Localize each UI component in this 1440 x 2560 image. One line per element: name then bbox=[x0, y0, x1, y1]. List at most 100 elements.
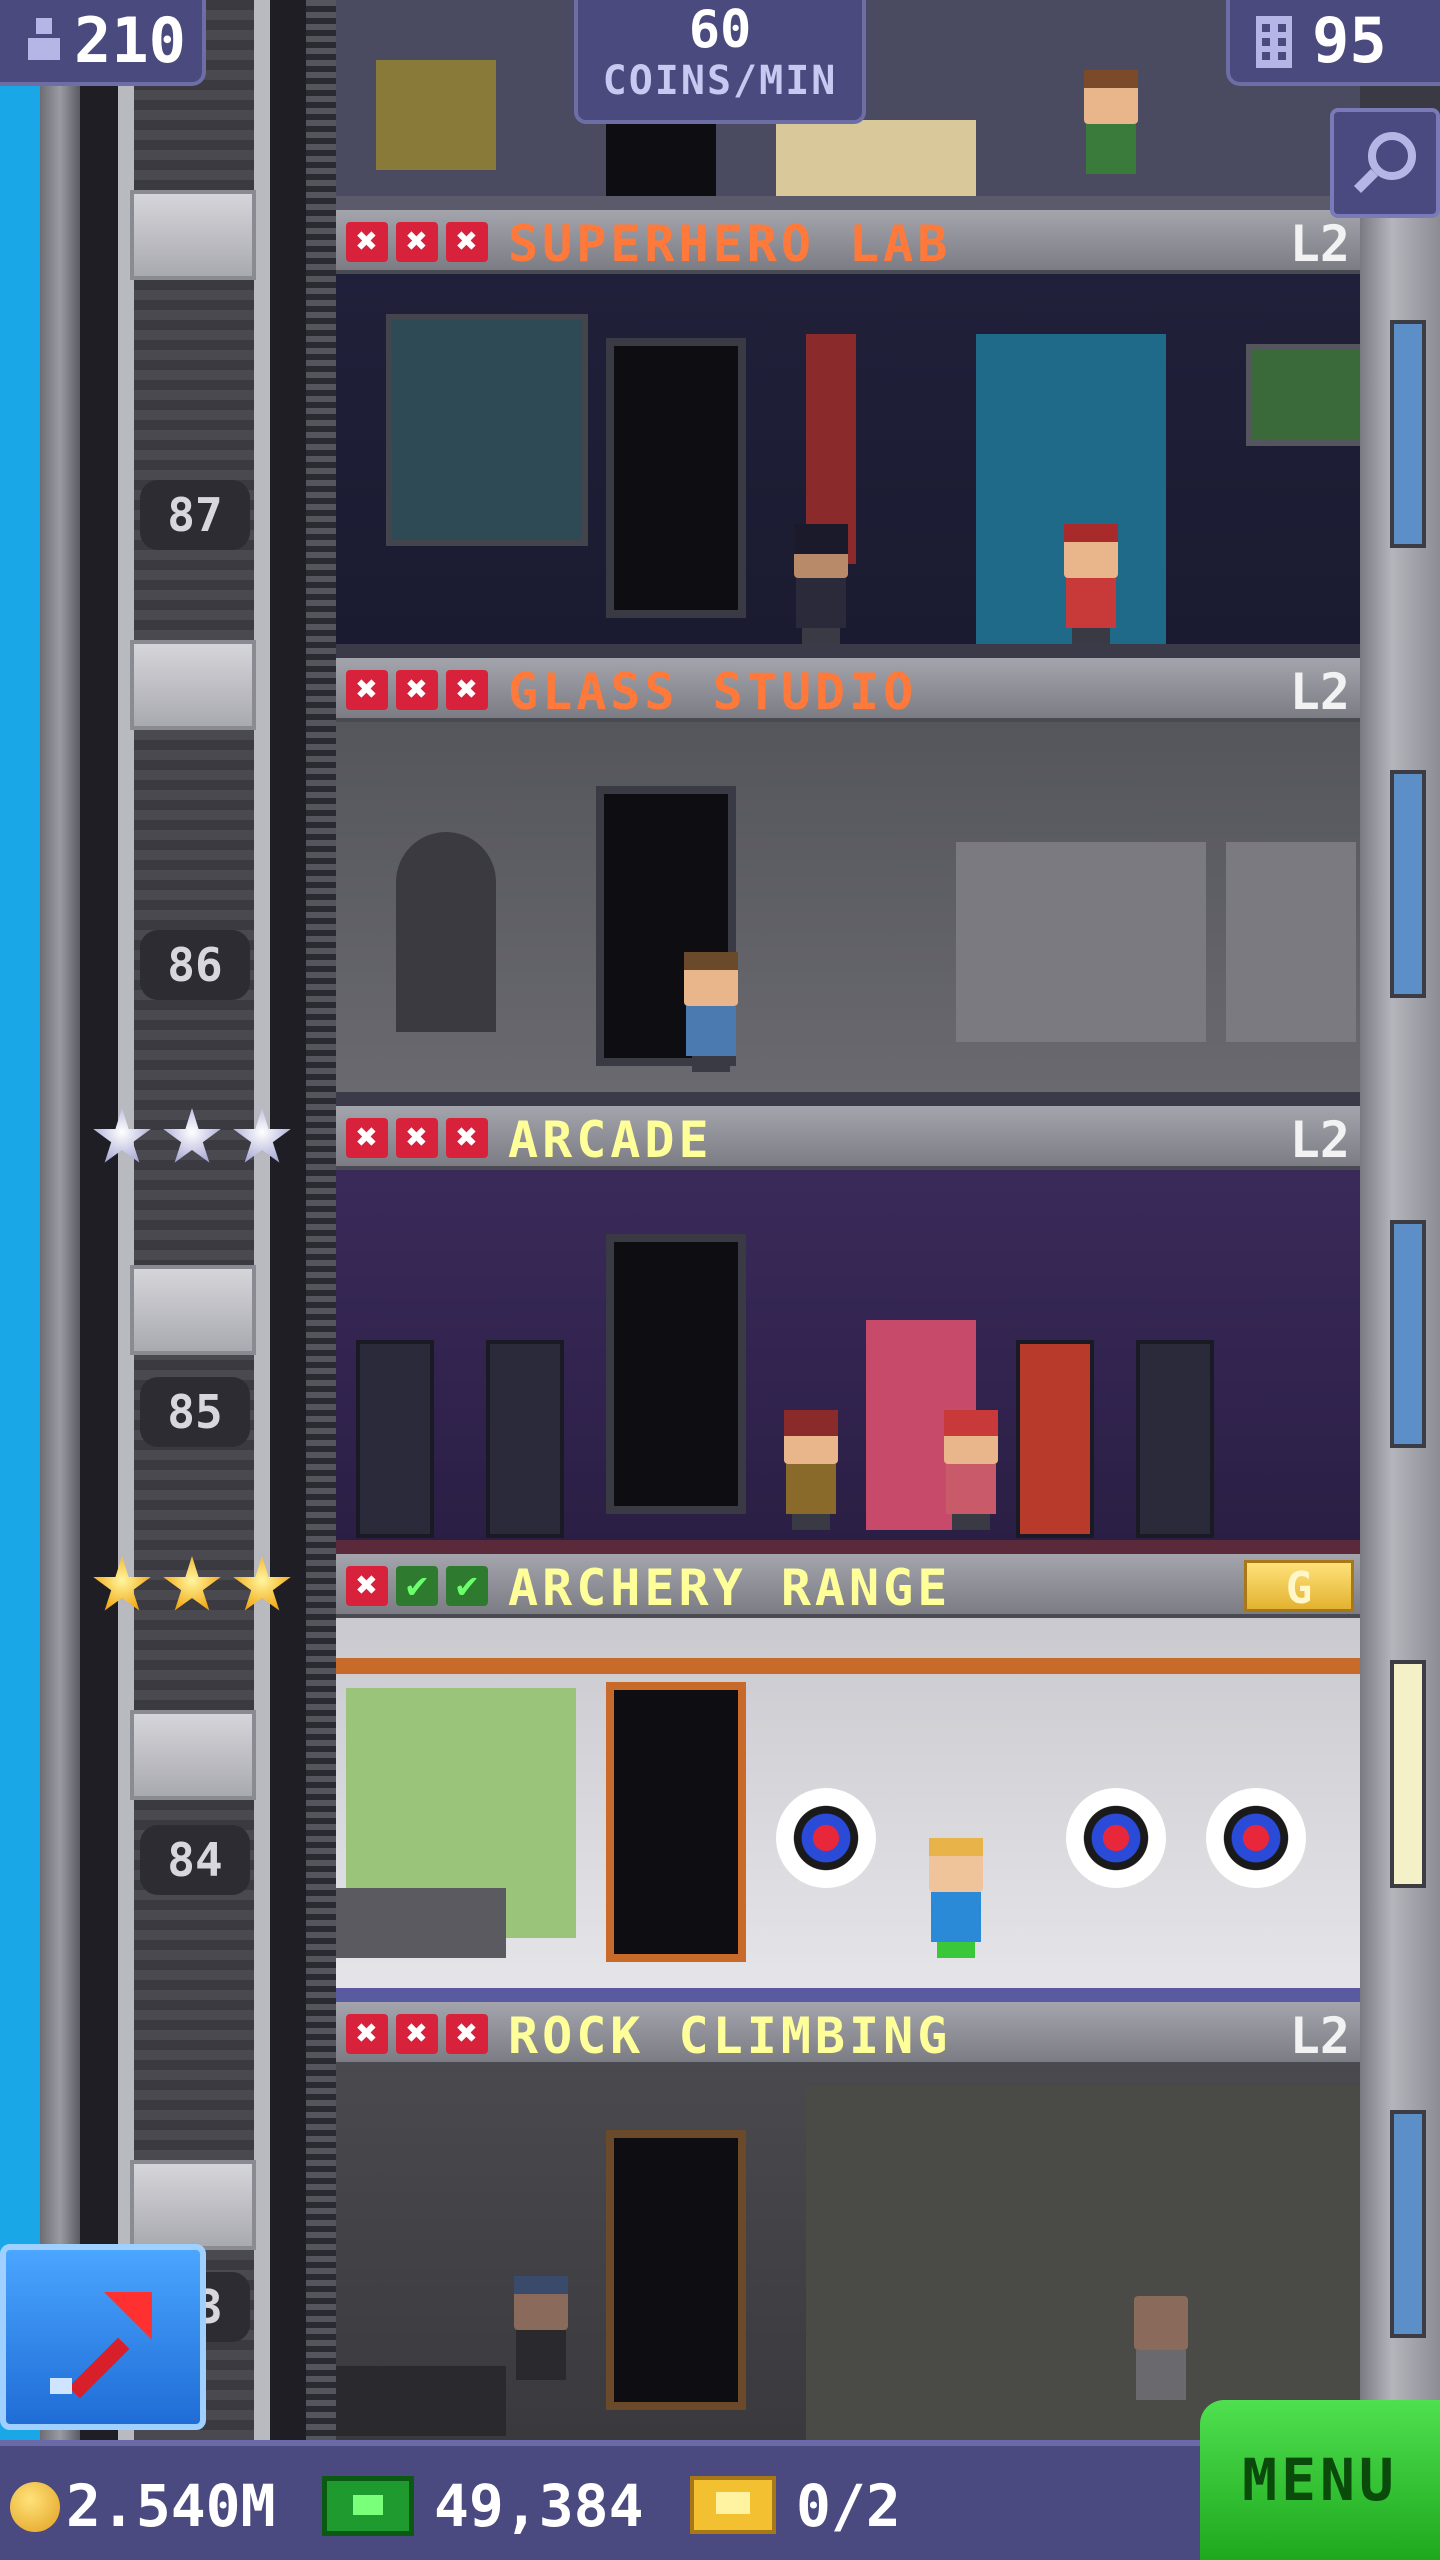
room-level: L2 bbox=[1289, 663, 1350, 721]
room-interior[interactable] bbox=[336, 2066, 1360, 2440]
stock-x-icon: ✖ bbox=[396, 670, 438, 710]
stock-check-icon: ✔ bbox=[396, 1566, 438, 1606]
magnifier-icon bbox=[1348, 126, 1424, 206]
stock-x-icon: ✖ bbox=[396, 222, 438, 262]
floor-strip bbox=[336, 1540, 1360, 1554]
building-window bbox=[1390, 2110, 1426, 2338]
tickets-value: 0/2 bbox=[796, 2472, 901, 2540]
floor-number-86: 86 bbox=[140, 930, 250, 1000]
stock-x-icon: ✖ bbox=[346, 670, 388, 710]
floor-number-85: 85 bbox=[140, 1377, 250, 1447]
elevator-cab[interactable] bbox=[130, 190, 256, 280]
room-title: SUPERHERO LAB bbox=[508, 215, 952, 273]
room-header[interactable]: ✖ ✔ ✔ ARCHERY RANGE G bbox=[336, 1554, 1360, 1618]
gold-star-icon bbox=[233, 1556, 291, 1611]
elevator-cables bbox=[120, 0, 270, 2440]
room-rock-climbing[interactable]: ✖ ✖ ✖ ROCK CLIMBING L2 bbox=[336, 2002, 1360, 2440]
floors-counter[interactable]: 95 bbox=[1226, 0, 1440, 86]
xray-monitor bbox=[386, 314, 588, 546]
room-level: L2 bbox=[1289, 2007, 1350, 2065]
archery-target bbox=[1066, 1788, 1166, 1888]
stock-x-icon: ✖ bbox=[346, 2014, 388, 2054]
build-floor-button[interactable] bbox=[0, 2244, 206, 2430]
archery-target bbox=[1206, 1788, 1306, 1888]
building-icon bbox=[1252, 14, 1296, 70]
building-window bbox=[1390, 320, 1426, 548]
stock-check-icon: ✔ bbox=[446, 1566, 488, 1606]
tower-resident[interactable] bbox=[921, 1838, 991, 1958]
archery-star-rating bbox=[92, 1556, 292, 1616]
ticket-icon bbox=[690, 2476, 776, 2534]
floor-number-84: 84 bbox=[140, 1825, 250, 1895]
population-value: 210 bbox=[74, 4, 186, 77]
wood-beam bbox=[336, 1658, 1360, 1674]
gold-level-badge: G bbox=[1244, 1560, 1354, 1614]
building-window-lit bbox=[1390, 1660, 1426, 1888]
tower-resident[interactable] bbox=[676, 952, 746, 1072]
coins-value: 2.540M bbox=[66, 2472, 276, 2540]
bux-icon bbox=[322, 2476, 414, 2536]
tower-resident[interactable] bbox=[776, 1410, 846, 1530]
floor-number-87: 87 bbox=[140, 480, 250, 550]
room-superhero-lab[interactable]: ✖ ✖ ✖ SUPERHERO LAB L2 bbox=[336, 210, 1360, 658]
room-archery-range[interactable]: ✖ ✔ ✔ ARCHERY RANGE G bbox=[336, 1554, 1360, 2002]
elevator-cab[interactable] bbox=[130, 1710, 256, 1800]
room-level: L2 bbox=[1289, 215, 1350, 273]
search-button[interactable] bbox=[1330, 108, 1440, 218]
room-interior[interactable] bbox=[336, 274, 1360, 658]
furniture bbox=[376, 60, 496, 170]
tower-resident[interactable] bbox=[936, 1410, 1006, 1530]
stock-x-icon: ✖ bbox=[396, 1118, 438, 1158]
elevator-cab[interactable] bbox=[130, 640, 256, 730]
room-interior[interactable] bbox=[336, 1170, 1360, 1554]
archery-target bbox=[776, 1788, 876, 1888]
room-header[interactable]: ✖ ✖ ✖ ROCK CLIMBING L2 bbox=[336, 2002, 1360, 2066]
building-window bbox=[1390, 1220, 1426, 1448]
floor-strip bbox=[336, 1092, 1360, 1106]
coins-per-min-value: 60 bbox=[688, 0, 752, 60]
elevator-rail-right bbox=[254, 0, 270, 2440]
elevator-cab[interactable] bbox=[130, 1265, 256, 1355]
tower-resident[interactable] bbox=[1056, 524, 1126, 644]
room-interior[interactable] bbox=[336, 1618, 1360, 2002]
room-header[interactable]: ✖ ✖ ✖ SUPERHERO LAB L2 bbox=[336, 210, 1360, 274]
arcade-cabinet bbox=[356, 1340, 434, 1538]
room-door bbox=[606, 2130, 746, 2410]
tower-resident[interactable] bbox=[506, 2276, 576, 2396]
tower-resident[interactable] bbox=[1126, 2296, 1196, 2416]
arrow-up-right-icon bbox=[44, 2280, 164, 2404]
reception-desk bbox=[336, 2366, 506, 2436]
reception-desk bbox=[336, 1888, 506, 1958]
arcade-cabinet bbox=[486, 1340, 564, 1538]
glass-furnace bbox=[396, 832, 496, 1032]
arcade-cabinet bbox=[1136, 1340, 1214, 1538]
glass-shelf bbox=[1226, 842, 1356, 1042]
room-interior[interactable] bbox=[336, 722, 1360, 1106]
menu-button[interactable]: MENU bbox=[1200, 2400, 1440, 2560]
room-header[interactable]: ✖ ✖ ✖ GLASS STUDIO L2 bbox=[336, 658, 1360, 722]
room-door bbox=[606, 1234, 746, 1514]
room-arcade[interactable]: ✖ ✖ ✖ ARCADE L2 bbox=[336, 1106, 1360, 1554]
coins-per-min-panel: 60 COINS/MIN bbox=[574, 0, 866, 124]
floor-strip bbox=[336, 1988, 1360, 2002]
silver-star-icon bbox=[233, 1108, 291, 1163]
room-header[interactable]: ✖ ✖ ✖ ARCADE L2 bbox=[336, 1106, 1360, 1170]
coin-icon bbox=[10, 2482, 60, 2532]
glass-shelf bbox=[956, 842, 1206, 1042]
stock-x-icon: ✖ bbox=[346, 1566, 388, 1606]
elevator-cab[interactable] bbox=[130, 2160, 256, 2250]
gold-star-icon bbox=[163, 1556, 221, 1611]
building-outer-wall bbox=[40, 0, 80, 2440]
population-counter[interactable]: 210 bbox=[0, 0, 206, 86]
room-title: ARCHERY RANGE bbox=[508, 1559, 952, 1617]
room-glass-studio[interactable]: ✖ ✖ ✖ GLASS STUDIO L2 bbox=[336, 658, 1360, 1106]
gold-star-icon bbox=[93, 1556, 151, 1611]
stock-x-icon: ✖ bbox=[446, 670, 488, 710]
building-window bbox=[1390, 770, 1426, 998]
silver-star-icon bbox=[93, 1108, 151, 1163]
stock-x-icon: ✖ bbox=[396, 2014, 438, 2054]
tower-resident[interactable] bbox=[786, 524, 856, 644]
counter bbox=[776, 120, 976, 200]
room-title: ARCADE bbox=[508, 1111, 713, 1169]
tower-resident[interactable] bbox=[1076, 70, 1146, 190]
